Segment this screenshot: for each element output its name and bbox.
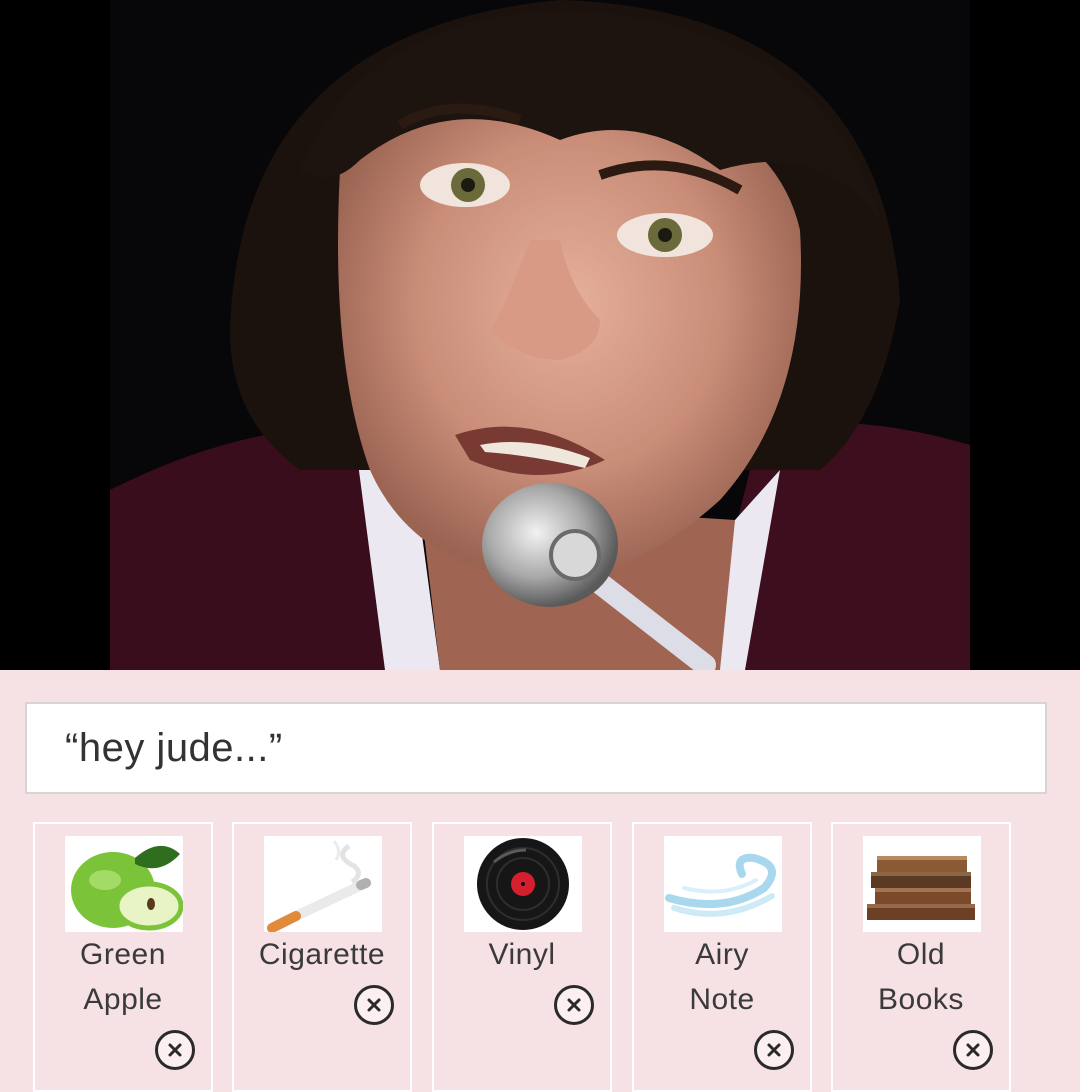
item-label: Green Apple [80, 938, 166, 1016]
item-card-green-apple[interactable]: Green Apple [33, 822, 213, 1092]
item-card-airy-note[interactable]: Airy Note [632, 822, 812, 1092]
close-circle-icon[interactable] [754, 1030, 794, 1070]
item-card-old-books[interactable]: Old Books [831, 822, 1011, 1092]
item-label: Vinyl [488, 938, 556, 971]
green-apple-icon [65, 836, 183, 932]
old-books-icon [863, 836, 981, 932]
air-wave-icon [664, 836, 782, 932]
close-circle-icon[interactable] [953, 1030, 993, 1070]
close-circle-icon[interactable] [554, 985, 594, 1025]
item-label: Airy Note [689, 938, 755, 1016]
search-input[interactable]: “hey jude...” [25, 702, 1047, 794]
item-card-cigarette[interactable]: Cigarette [232, 822, 412, 1092]
close-circle-icon[interactable] [354, 985, 394, 1025]
item-label: Old Books [878, 938, 964, 1016]
search-query-text: “hey jude...” [65, 725, 283, 770]
close-circle-icon[interactable] [155, 1030, 195, 1070]
cigarette-icon [264, 836, 382, 932]
singer-photo [0, 0, 1080, 670]
vinyl-record-icon [464, 836, 582, 932]
item-label: Cigarette [258, 938, 386, 971]
item-card-list: Green Apple Cigarette Vinyl Airy Note Ol… [0, 822, 1080, 1092]
item-card-vinyl[interactable]: Vinyl [432, 822, 612, 1092]
